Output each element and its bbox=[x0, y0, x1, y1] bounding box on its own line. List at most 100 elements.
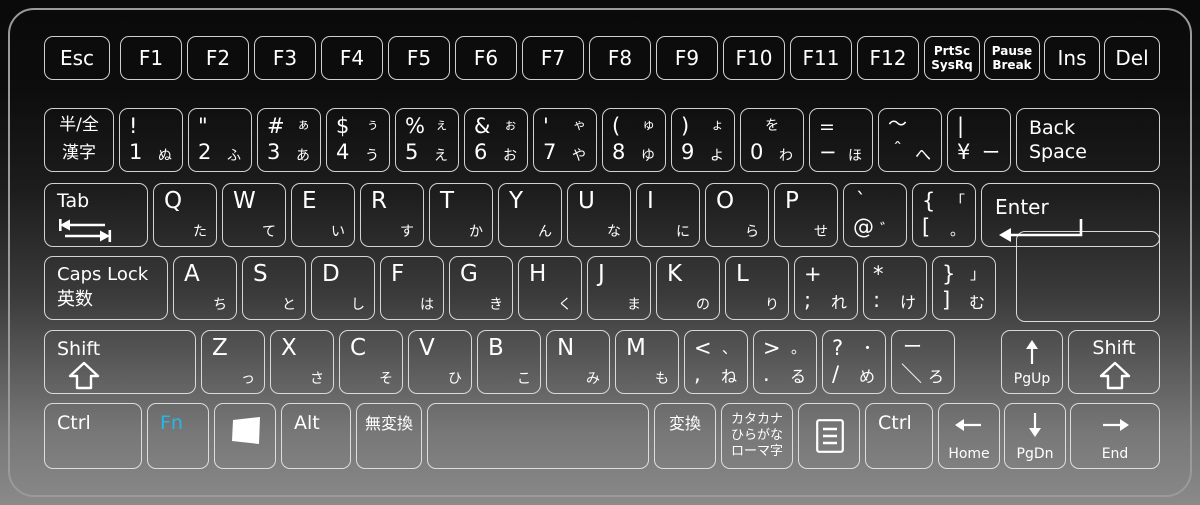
key-shift-right[interactable]: Shift bbox=[1068, 330, 1160, 394]
key-esc[interactable]: Esc bbox=[44, 36, 110, 80]
key-pause-break[interactable]: Pause Break bbox=[984, 36, 1040, 80]
key-f6[interactable]: F6 bbox=[455, 36, 517, 80]
key-insert[interactable]: Ins bbox=[1044, 36, 1100, 80]
key-b[interactable]: B こ bbox=[477, 330, 541, 394]
key-digit-5[interactable]: % ぇ 5 え bbox=[395, 108, 459, 172]
key-f7[interactable]: F7 bbox=[522, 36, 584, 80]
key-arrow-up[interactable]: PgUp bbox=[1001, 330, 1063, 394]
key-ctrl-right[interactable]: Ctrl bbox=[865, 403, 933, 469]
key-backspace[interactable]: Back Space bbox=[1016, 108, 1160, 172]
key-caret[interactable]: ～ ＾ へ bbox=[878, 108, 942, 172]
key-digit-0[interactable]: を 0 わ bbox=[740, 108, 804, 172]
key-f11[interactable]: F11 bbox=[790, 36, 852, 80]
key-shift-left[interactable]: Shift bbox=[44, 330, 196, 394]
key-backslash-ro[interactable]: ー ＼ ろ bbox=[891, 330, 955, 394]
key-caps-lock[interactable]: Caps Lock 英数 bbox=[44, 256, 168, 320]
key-semicolon[interactable]: + ; れ bbox=[794, 256, 858, 320]
key-o[interactable]: O ら bbox=[705, 183, 769, 247]
key-e[interactable]: E い bbox=[291, 183, 355, 247]
key-l[interactable]: L り bbox=[725, 256, 789, 320]
key-u[interactable]: U な bbox=[567, 183, 631, 247]
key-hankaku-line2: 漢字 bbox=[62, 143, 96, 163]
key-delete-label: Del bbox=[1115, 46, 1149, 70]
key-digit-7[interactable]: ' ゃ 7 や bbox=[533, 108, 597, 172]
key-hankaku-line1: 半/全 bbox=[59, 115, 99, 135]
key-digit-8[interactable]: ( ゅ 8 ゆ bbox=[602, 108, 666, 172]
key-muhenkan[interactable]: 無変換 bbox=[356, 403, 422, 469]
key-bracket-left[interactable]: { 「 [ 。 bbox=[912, 183, 976, 247]
key-henkan[interactable]: 変換 bbox=[654, 403, 716, 469]
key-delete[interactable]: Del bbox=[1104, 36, 1160, 80]
key-a[interactable]: A ち bbox=[173, 256, 237, 320]
key-h[interactable]: H く bbox=[518, 256, 582, 320]
key-p[interactable]: P せ bbox=[774, 183, 838, 247]
key-digit-3[interactable]: # ぁ 3 あ bbox=[257, 108, 321, 172]
key-t[interactable]: T か bbox=[429, 183, 493, 247]
key-f6-label: F6 bbox=[473, 46, 499, 70]
key-tab[interactable]: Tab bbox=[44, 183, 148, 247]
key-arrow-down[interactable]: PgDn bbox=[1004, 403, 1066, 469]
key-colon[interactable]: * : け bbox=[863, 256, 927, 320]
key-d[interactable]: D し bbox=[311, 256, 375, 320]
key-slash[interactable]: ? ・ / め bbox=[822, 330, 886, 394]
key-f2[interactable]: F2 bbox=[187, 36, 249, 80]
key-x[interactable]: X さ bbox=[270, 330, 334, 394]
key-f12[interactable]: F12 bbox=[857, 36, 919, 80]
key-m[interactable]: M も bbox=[615, 330, 679, 394]
key-c[interactable]: C そ bbox=[339, 330, 403, 394]
key-minus[interactable]: = − ほ bbox=[809, 108, 873, 172]
key-digit-6[interactable]: & ぉ 6 お bbox=[464, 108, 528, 172]
key-shift-right-label: Shift bbox=[1092, 337, 1136, 359]
key-q[interactable]: Q た bbox=[153, 183, 217, 247]
key-arrow-right[interactable]: End bbox=[1070, 403, 1160, 469]
key-digit-4[interactable]: $ ぅ 4 う bbox=[326, 108, 390, 172]
key-print-screen[interactable]: PrtSc SysRq bbox=[924, 36, 980, 80]
key-yen[interactable]: | ¥ ー bbox=[947, 108, 1011, 172]
key-f11-label: F11 bbox=[802, 46, 840, 70]
key-digit-1[interactable]: ! 1 ぬ bbox=[119, 108, 183, 172]
key-f3[interactable]: F3 bbox=[254, 36, 316, 80]
key-windows[interactable] bbox=[214, 403, 276, 469]
key-katakana-hiragana[interactable]: カタカナ ひらがな ローマ字 bbox=[721, 403, 793, 469]
key-ctrl-left[interactable]: Ctrl bbox=[44, 403, 142, 469]
key-caps-lock-label: Caps Lock bbox=[57, 264, 149, 285]
key-r[interactable]: R す bbox=[360, 183, 424, 247]
key-s[interactable]: S と bbox=[242, 256, 306, 320]
key-f9[interactable]: F9 bbox=[656, 36, 718, 80]
key-insert-label: Ins bbox=[1057, 46, 1087, 70]
key-at[interactable]: ` @ ゛ bbox=[843, 183, 907, 247]
key-enter[interactable]: Enter bbox=[981, 183, 1160, 322]
key-y[interactable]: Y ん bbox=[498, 183, 562, 247]
key-hankaku-zenkaku[interactable]: 半/全 漢字 bbox=[44, 108, 114, 172]
key-f5[interactable]: F5 bbox=[388, 36, 450, 80]
key-comma[interactable]: < 、 , ね bbox=[684, 330, 748, 394]
key-n[interactable]: N み bbox=[546, 330, 610, 394]
key-f[interactable]: F は bbox=[380, 256, 444, 320]
key-menu[interactable] bbox=[798, 403, 860, 469]
key-z[interactable]: Z っ bbox=[201, 330, 265, 394]
key-digit-9[interactable]: ) ょ 9 よ bbox=[671, 108, 735, 172]
key-j[interactable]: J ま bbox=[587, 256, 651, 320]
key-henkan-label: 変換 bbox=[668, 414, 701, 433]
key-f4[interactable]: F4 bbox=[321, 36, 383, 80]
key-g[interactable]: G き bbox=[449, 256, 513, 320]
key-f9-label: F9 bbox=[674, 46, 700, 70]
key-bracket-right[interactable]: } 」 ] む bbox=[932, 256, 996, 320]
key-fn[interactable]: Fn bbox=[147, 403, 209, 469]
key-muhenkan-label: 無変換 bbox=[364, 414, 413, 433]
key-f1[interactable]: F1 bbox=[120, 36, 182, 80]
key-w[interactable]: W て bbox=[222, 183, 286, 247]
key-i[interactable]: I に bbox=[636, 183, 700, 247]
key-v[interactable]: V ひ bbox=[408, 330, 472, 394]
key-f10[interactable]: F10 bbox=[723, 36, 785, 80]
arrow-right-icon bbox=[1071, 412, 1159, 438]
key-f8[interactable]: F8 bbox=[589, 36, 651, 80]
key-digit-2[interactable]: " 2 ふ bbox=[188, 108, 252, 172]
keyboard-illustration: Esc F1 F2 F3 F4 F5 F6 F7 F8 F9 F10 F11 F… bbox=[0, 0, 1200, 505]
key-k[interactable]: K の bbox=[656, 256, 720, 320]
key-period[interactable]: > 。 . る bbox=[753, 330, 817, 394]
key-alt-left[interactable]: Alt bbox=[281, 403, 351, 469]
key-arrow-left[interactable]: Home bbox=[938, 403, 1000, 469]
key-space[interactable] bbox=[427, 403, 649, 469]
key-backspace-label-bottom: Space bbox=[1029, 141, 1087, 163]
